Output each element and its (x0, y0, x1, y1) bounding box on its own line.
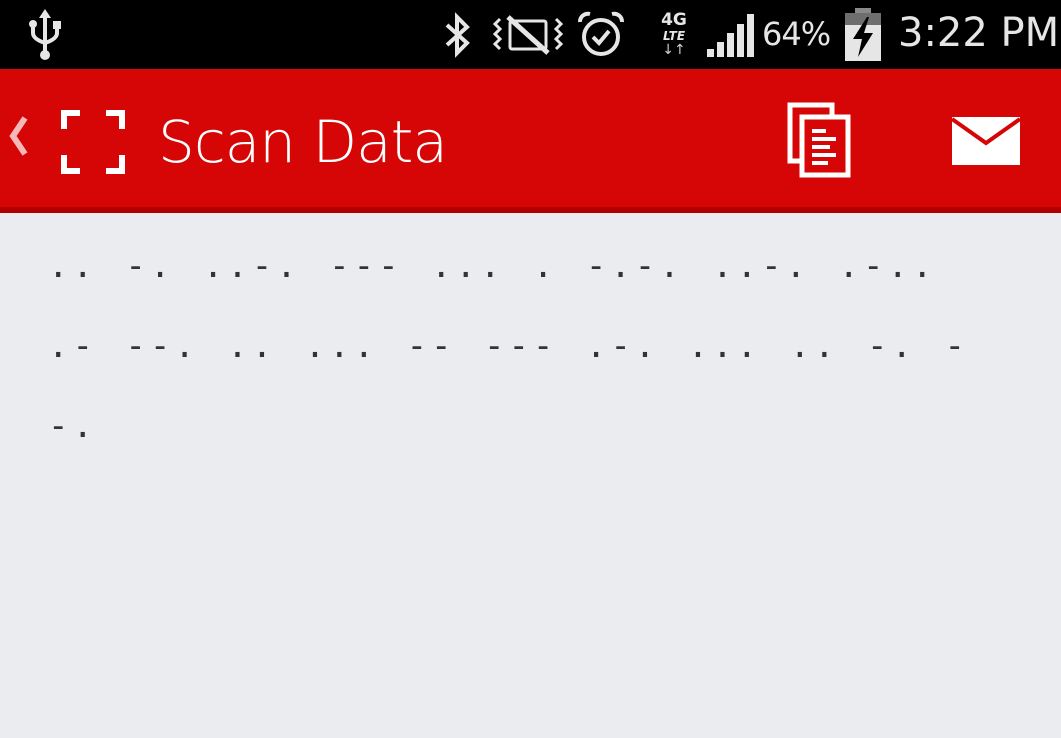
usb-icon (26, 0, 64, 69)
scan-data-text: .. -. ..-. --- ... . -.-. ..-. .-.. .- -… (48, 246, 969, 446)
email-button[interactable] (948, 113, 1028, 169)
signal-strength-icon (704, 0, 758, 69)
copy-button[interactable] (784, 101, 860, 181)
vibrate-mute-icon (492, 0, 564, 69)
clock: 3:22 PM (898, 10, 1060, 56)
envelope-icon (948, 117, 1024, 173)
bluetooth-icon (440, 0, 476, 69)
alarm-clock-icon (576, 0, 626, 69)
battery-charging-icon (842, 0, 884, 69)
battery-percent: 64% (762, 15, 831, 53)
copy-clipboard-icon (784, 102, 860, 185)
action-bar: Scan Data (0, 69, 1061, 213)
back-button[interactable] (0, 69, 36, 207)
network-type-indicator: 4G LTE ↓↑ (661, 10, 687, 58)
chevron-left-icon (7, 114, 29, 162)
scan-frame-icon (60, 109, 126, 175)
page-title: Scan Data (158, 108, 448, 176)
status-bar: 4G LTE ↓↑ 64% 3:22 PM (0, 0, 1061, 69)
